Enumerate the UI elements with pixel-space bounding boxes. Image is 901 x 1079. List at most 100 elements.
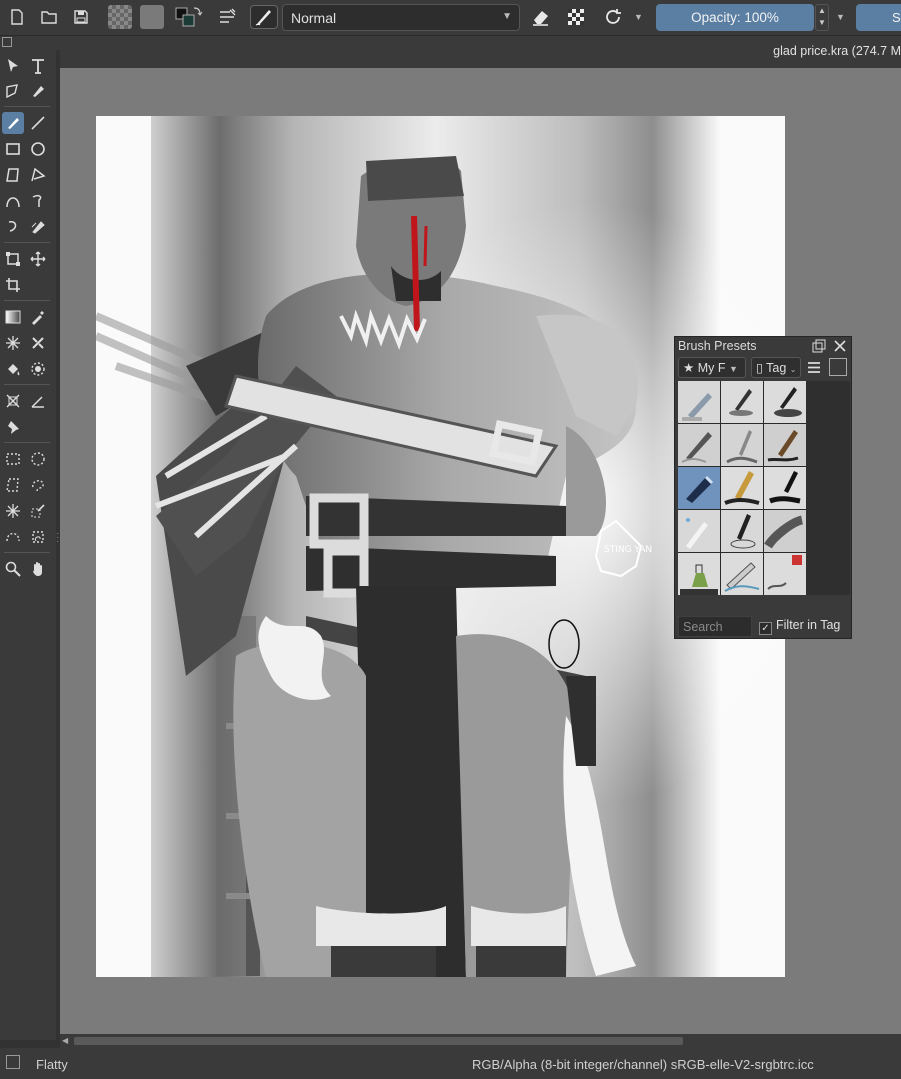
toolbox-resize-grip[interactable]: · · · [56, 529, 60, 548]
document-tab[interactable]: glad price.kra (274.7 M [773, 44, 901, 58]
save-icon[interactable] [72, 5, 90, 29]
alpha-lock-icon[interactable] [566, 5, 586, 29]
close-icon[interactable] [833, 339, 847, 353]
rectangle-tool-icon[interactable] [2, 138, 24, 160]
theme-icon[interactable] [6, 1055, 20, 1069]
docker-title: Brush Presets [678, 339, 757, 353]
main-toolbar: Normal ▼ ▼ Opacity: 100% ▲ ▼ ▼ S [0, 0, 901, 36]
preset-grid-scrollarea[interactable] [806, 381, 850, 595]
brush-preset-item[interactable] [721, 381, 763, 423]
new-document-icon[interactable] [8, 5, 26, 29]
toolbox-separator [4, 552, 50, 553]
float-icon[interactable] [2, 37, 12, 47]
brush-preset-item[interactable] [764, 424, 806, 466]
scroll-left-arrow-icon[interactable]: ◀ [62, 1036, 68, 1045]
opacity-spinner[interactable]: ▲ ▼ [815, 4, 829, 31]
brush-preset-item[interactable] [764, 467, 806, 509]
toolbox-separator [4, 384, 50, 385]
brush-preset-item[interactable] [678, 381, 720, 423]
brush-preset-item-selected[interactable] [678, 467, 720, 509]
select-shapes-tool-icon[interactable] [2, 55, 24, 77]
brush-preset-item[interactable] [721, 467, 763, 509]
smart-patch-tool-icon[interactable] [2, 332, 24, 354]
pan-tool-icon[interactable] [27, 558, 49, 580]
text-tool-icon[interactable] [27, 55, 49, 77]
brush-preset-item[interactable] [721, 424, 763, 466]
menu-icon[interactable] [806, 358, 822, 377]
import-resources-icon[interactable] [829, 358, 847, 376]
gradient-pattern-icon[interactable] [108, 5, 132, 29]
filter-in-tag-checkbox[interactable]: ✓ Filter in Tag [759, 618, 840, 635]
eraser-icon[interactable] [530, 5, 552, 29]
assistant-tool-icon[interactable] [27, 332, 49, 354]
ellipse-tool-icon[interactable] [27, 138, 49, 160]
toolbox-separator [4, 300, 50, 301]
tag-button[interactable]: ▯ Tag ⌄ [751, 357, 801, 378]
freehand-brush-tool-icon[interactable] [2, 112, 24, 134]
bezier-select-tool-icon[interactable] [2, 526, 24, 548]
brush-preset-item[interactable] [764, 553, 806, 595]
reload-preset-icon[interactable] [602, 5, 624, 29]
blending-mode-select[interactable]: Normal ▼ [282, 4, 520, 31]
float-docker-icon[interactable] [812, 339, 826, 353]
size-label: S [892, 10, 901, 25]
brush-preset-item[interactable] [678, 553, 720, 595]
transform-tool-icon[interactable] [2, 248, 24, 270]
magnetic-select-tool-icon[interactable] [27, 526, 49, 548]
freehand-select-tool-icon[interactable] [27, 474, 49, 496]
similar-select-tool-icon[interactable] [27, 500, 49, 522]
size-slider[interactable]: S [856, 4, 901, 31]
checkbox-checked-icon[interactable]: ✓ [759, 622, 772, 635]
move-tool-icon[interactable] [27, 248, 49, 270]
brush-settings-icon[interactable] [218, 5, 238, 29]
filter-in-tag-label: Filter in Tag [776, 618, 841, 632]
freehand-path-tool-icon[interactable] [27, 190, 49, 212]
bezier-tool-icon[interactable] [2, 190, 24, 212]
brush-preset-item[interactable] [721, 553, 763, 595]
brush-preset-icon[interactable] [250, 5, 278, 29]
color-profile-info: RGB/Alpha (8-bit integer/channel) sRGB-e… [472, 1057, 814, 1072]
brush-preset-item[interactable] [678, 424, 720, 466]
fill-tool-icon[interactable] [2, 358, 24, 380]
polyline-tool-icon[interactable] [27, 164, 49, 186]
rect-select-tool-icon[interactable] [2, 448, 24, 470]
crop-tool-icon[interactable] [2, 274, 24, 296]
measure-tool-icon[interactable] [27, 390, 49, 412]
brush-preset-item[interactable] [764, 510, 806, 552]
reference-pin-icon[interactable] [2, 416, 24, 438]
zoom-tool-icon[interactable] [2, 558, 24, 580]
polygon-select-tool-icon[interactable] [2, 474, 24, 496]
multibrush-tool-icon[interactable] [27, 216, 49, 238]
chevron-down-icon: ▼ [502, 11, 512, 22]
assistant-tool-icon[interactable] [2, 390, 24, 412]
calligraphy-tool-icon[interactable] [27, 80, 49, 102]
enclose-fill-tool-icon[interactable] [27, 358, 49, 380]
line-tool-icon[interactable] [27, 112, 49, 134]
chevron-down-icon[interactable]: ▼ [634, 5, 643, 29]
toolbox-separator [4, 242, 50, 243]
brush-preset-item[interactable] [764, 381, 806, 423]
brush-preset-item[interactable] [678, 510, 720, 552]
opacity-slider[interactable]: Opacity: 100% [656, 4, 814, 31]
polygon-tool-icon[interactable] [2, 164, 24, 186]
fg-bg-color-icon[interactable] [174, 5, 204, 29]
edit-shapes-tool-icon[interactable] [2, 80, 24, 102]
color-picker-tool-icon[interactable] [27, 306, 49, 328]
dynamic-brush-tool-icon[interactable] [2, 216, 24, 238]
preset-search-input[interactable]: Search [678, 616, 752, 637]
chevron-down-icon[interactable]: ▼ [836, 5, 845, 29]
tag-button-label: Tag [766, 361, 787, 375]
horizontal-scrollbar[interactable]: ◀ [60, 1034, 901, 1048]
toolbox-separator [4, 442, 50, 443]
scrollbar-thumb[interactable] [74, 1037, 683, 1045]
contiguous-select-tool-icon[interactable] [2, 500, 24, 522]
ellipse-select-tool-icon[interactable] [27, 448, 49, 470]
fill-pattern-icon[interactable] [140, 5, 164, 29]
gradient-tool-icon[interactable] [2, 306, 24, 328]
open-folder-icon[interactable] [40, 5, 58, 29]
brush-preset-item[interactable] [721, 510, 763, 552]
tag-filter-select[interactable]: ★ My F ▼ [678, 357, 746, 378]
toolbox-header [0, 36, 60, 50]
tag-filter-value: My F [697, 361, 726, 375]
toolbox-separator [4, 106, 50, 107]
